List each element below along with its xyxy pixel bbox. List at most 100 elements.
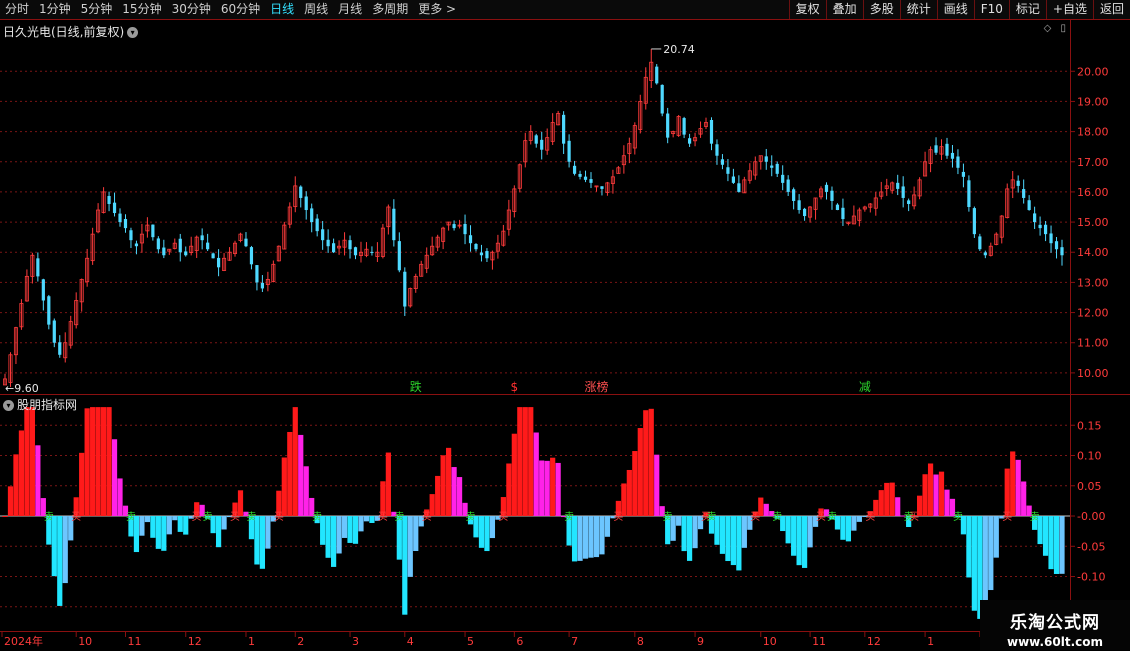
chevron-down-icon[interactable]: ▾: [127, 27, 139, 38]
indicator-bar: [7, 486, 14, 517]
candle-body: [310, 208, 314, 223]
indicator-bar: [62, 516, 68, 584]
date-label: 8: [637, 635, 644, 648]
indicator-bar: [24, 407, 30, 517]
candle-body: [764, 156, 768, 162]
period-tab-6[interactable]: 日线: [265, 0, 299, 19]
toolbar-button-7[interactable]: +自选: [1045, 0, 1093, 19]
indicator-bar: [599, 516, 605, 555]
indicator-bar: [161, 516, 167, 551]
indicator-tick-label: 0.15: [1077, 419, 1102, 432]
candlestick-chart[interactable]: 20.74←9.60跌$涨榜减财$: [0, 20, 1070, 394]
date-label: 10: [78, 635, 92, 648]
indicator-bar: [780, 516, 786, 532]
price-chart-panel[interactable]: 日久光电(日线,前复权)▾ ◇ ▯ 20.74←9.60跌$涨榜减财$: [0, 20, 1070, 394]
indicator-bar: [320, 516, 326, 545]
price-tick-label: 19.00: [1077, 95, 1109, 108]
indicator-bar: [407, 516, 413, 577]
indicator-bar: [730, 516, 737, 566]
toolbar-button-5[interactable]: F10: [973, 0, 1009, 19]
indicator-bar: [993, 516, 999, 558]
toolbar-button-8[interactable]: 返回: [1092, 0, 1130, 19]
indicator-bar: [150, 516, 156, 538]
indicator-bar: [363, 516, 370, 522]
indicator-bar: [456, 477, 463, 517]
indicator-bar: [106, 407, 112, 517]
indicator-bar: [35, 445, 41, 517]
period-tab-0[interactable]: 分时: [0, 0, 34, 19]
indicator-bar: [237, 490, 244, 517]
indicator-bar: [895, 497, 901, 517]
toolbar-button-1[interactable]: 叠加: [825, 0, 863, 19]
event-marker[interactable]: 减: [859, 380, 871, 394]
indicator-bar: [544, 460, 550, 517]
indicator-bar: [177, 516, 183, 532]
candle-body: [151, 224, 155, 238]
period-tab-4[interactable]: 30分钟: [167, 0, 216, 19]
toolbar: 分时 1分钟 5分钟 15分钟 30分钟 60分钟 日线 周线 月线 多周期 更多 > 复权 叠加 多股…: [0, 0, 1130, 20]
low-price-label: ←9.60: [5, 382, 39, 394]
indicator-bar: [719, 516, 726, 554]
indicator-bar: [484, 516, 490, 552]
indicator-bar: [654, 454, 660, 517]
event-marker[interactable]: $: [511, 380, 519, 394]
candle-body: [216, 257, 221, 268]
event-marker[interactable]: 涨榜: [584, 379, 608, 394]
price-axis-ticks: 20.00 19.00 18.00 17.00 16.00 15.00 14.00 13.00…: [1071, 65, 1130, 614]
indicator-chart[interactable]: 卖买卖买卖买卖买卖买卖买卖买卖买卖买卖买卖买卖买卖买卖买卖: [0, 395, 1070, 631]
indicator-title: 股朋指标网: [17, 398, 78, 412]
indicator-bar: [550, 457, 556, 517]
indicator-bar: [736, 516, 742, 571]
candle-body: [47, 296, 51, 325]
indicator-bar: [1010, 451, 1016, 517]
indicator-bar: [221, 516, 227, 530]
period-tab-9[interactable]: 多周期: [367, 0, 413, 19]
period-tab-2[interactable]: 5分钟: [76, 0, 118, 19]
period-tab-5[interactable]: 60分钟: [216, 0, 265, 19]
candle-body: [255, 265, 259, 283]
toolbar-buttons: 复权 叠加 多股 统计 画线 F10 标记 +自选 返回: [788, 0, 1130, 19]
indicator-bar: [298, 434, 304, 517]
indicator-tick-label: -0.00: [1077, 510, 1105, 523]
indicator-bar: [927, 463, 934, 517]
panel-divider[interactable]: [0, 394, 1070, 395]
price-tick-label: 15.00: [1077, 216, 1109, 229]
indicator-bar: [440, 455, 446, 517]
candle-body: [775, 163, 779, 174]
indicator-bar: [801, 516, 808, 568]
candle-body: [321, 229, 325, 241]
indicator-bar: [90, 407, 96, 517]
event-marker[interactable]: 跌: [410, 379, 422, 394]
date-label: 12: [867, 635, 881, 648]
indicator-bar: [117, 478, 123, 517]
toolbar-button-3[interactable]: 统计: [899, 0, 937, 19]
window-toggle-icon[interactable]: ▯: [1060, 23, 1066, 34]
candle-body: [178, 238, 182, 253]
date-label: 5: [467, 635, 474, 648]
period-tab-3[interactable]: 15分钟: [117, 0, 166, 19]
candle-body: [304, 196, 308, 211]
candle-body: [348, 240, 352, 250]
candle-body: [715, 144, 719, 156]
date-label: 1: [927, 635, 934, 648]
chevron-down-icon[interactable]: ▾: [3, 400, 14, 411]
candle-body: [950, 152, 955, 159]
period-tab-1[interactable]: 1分钟: [34, 0, 76, 19]
indicator-bar: [358, 516, 364, 532]
indicator-bar: [413, 516, 419, 552]
diamond-icon[interactable]: ◇: [1044, 23, 1052, 34]
indicator-bar: [971, 516, 977, 611]
toolbar-button-6[interactable]: 标记: [1008, 0, 1046, 19]
indicator-bar: [79, 452, 85, 517]
toolbar-button-0[interactable]: 复权: [788, 0, 826, 19]
indicator-bar: [686, 516, 693, 561]
period-tab-8[interactable]: 月线: [333, 0, 367, 19]
indicator-panel[interactable]: ▾ 股朋指标网 卖买卖买卖买卖买卖买卖买卖买卖买卖买卖买卖买卖买卖买卖买卖: [0, 395, 1070, 631]
toolbar-button-2[interactable]: 多股: [862, 0, 900, 19]
toolbar-button-4[interactable]: 画线: [936, 0, 974, 19]
price-axis: 20.00 19.00 18.00 17.00 16.00 15.00 14.00 13.00…: [1070, 20, 1130, 632]
period-tab-7[interactable]: 周线: [299, 0, 333, 19]
date-label: 10: [763, 635, 777, 648]
candle-body: [797, 200, 801, 211]
period-tab-10[interactable]: 更多 >: [413, 0, 461, 19]
